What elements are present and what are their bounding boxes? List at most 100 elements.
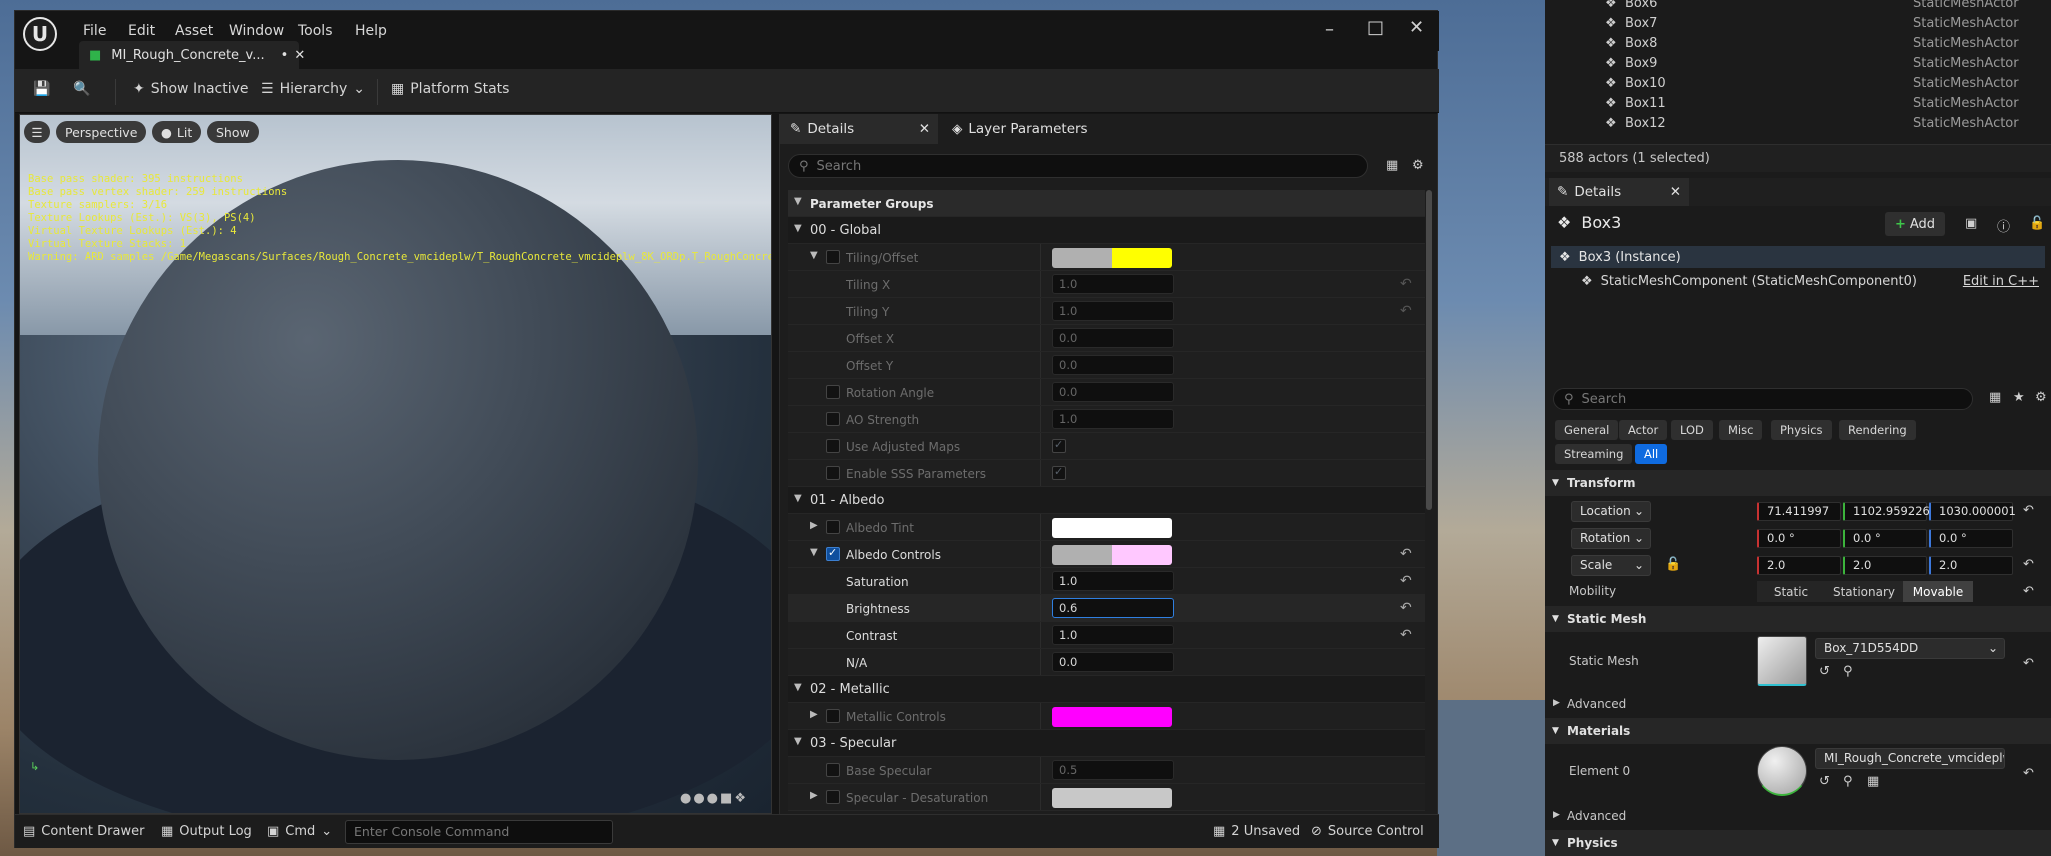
scale-y-input[interactable]: 2.0 (1843, 556, 1927, 575)
scale-x-input[interactable]: 2.0 (1757, 556, 1841, 575)
offset-x-input[interactable]: 0.0 (1052, 328, 1174, 348)
reset-icon[interactable]: ↶ (1400, 276, 1412, 292)
contrast-input[interactable]: 1.0 (1052, 625, 1174, 645)
group-01-albedo[interactable]: ▼ 01 - Albedo (788, 487, 1425, 514)
preview-viewport[interactable]: ☰ Perspective ● Lit Show Base pass shader… (19, 114, 772, 814)
outliner-row[interactable]: ❖ Box8 StaticMeshActor (1545, 36, 2051, 56)
maximize-icon[interactable]: □ (1367, 17, 1384, 38)
help-icon[interactable]: ⓘ (1997, 216, 2010, 235)
category-rendering[interactable]: Rendering (1839, 420, 1916, 440)
mobility-movable[interactable]: Movable (1903, 581, 1973, 602)
rotation-x-input[interactable]: 0.0 ° (1757, 529, 1841, 548)
brightness-input[interactable]: 0.6 (1052, 598, 1174, 618)
browse-icon[interactable]: ⚲ (1843, 774, 1853, 789)
offset-y-input[interactable]: 0.0 (1052, 355, 1174, 375)
albedo-controls-swatch[interactable] (1052, 545, 1172, 565)
perspective-button[interactable]: Perspective (56, 121, 147, 143)
param-checkbox[interactable] (826, 412, 840, 426)
reset-icon[interactable]: ↶ (2023, 766, 2034, 781)
component-row[interactable]: ❖ StaticMeshComponent (StaticMeshComponen… (1551, 270, 2045, 292)
platform-stats-button[interactable]: ▦ Platform Stats (391, 81, 509, 97)
unsaved-button[interactable]: ▦ 2 Unsaved (1213, 824, 1300, 839)
content-drawer-button[interactable]: ▤ Content Drawer (23, 824, 144, 839)
reset-icon[interactable]: ↶ (2023, 656, 2034, 671)
param-checkbox[interactable] (826, 709, 840, 723)
chevron-right-icon[interactable]: ▶ (810, 520, 818, 531)
physics-section[interactable]: ▼ Physics (1545, 830, 2051, 856)
chevron-down-icon[interactable]: ▼ (810, 547, 818, 558)
static-mesh-section[interactable]: ▼ Static Mesh (1545, 606, 2051, 632)
location-z-input[interactable]: 1030.000001 (1929, 502, 2016, 521)
lock-scale-icon[interactable]: 🔓 (1665, 557, 1681, 572)
lit-button[interactable]: ● Lit (152, 121, 202, 143)
minimize-icon[interactable]: – (1325, 19, 1334, 40)
chevron-right-icon[interactable]: ▶ (810, 790, 818, 801)
static-mesh-thumbnail[interactable] (1757, 636, 1807, 686)
category-actor[interactable]: Actor (1619, 420, 1668, 440)
menu-tools[interactable]: Tools (298, 23, 333, 39)
material-thumbnail[interactable] (1757, 746, 1807, 796)
param-checkbox[interactable] (826, 546, 840, 561)
category-lod[interactable]: LOD (1671, 420, 1713, 440)
close-window-icon[interactable]: ✕ (1409, 17, 1424, 38)
category-streaming[interactable]: Streaming (1555, 444, 1633, 464)
source-control-button[interactable]: ⊘ Source Control (1311, 824, 1424, 839)
tiling-x-input[interactable]: 1.0 (1052, 274, 1174, 294)
browse-icon[interactable]: ⚲ (1843, 664, 1853, 679)
gear-icon[interactable]: ⚙ (2035, 390, 2047, 405)
outliner-row[interactable]: ❖ Box7 StaticMeshActor (1545, 16, 2051, 36)
reset-icon[interactable]: ↶ (1400, 546, 1412, 562)
parameter-groups-header[interactable]: ▼ Parameter Groups (788, 190, 1425, 217)
reset-icon[interactable]: ↶ (2023, 584, 2034, 599)
console-input[interactable]: Enter Console Command (345, 820, 613, 844)
outliner-row[interactable]: ❖ Box11 StaticMeshActor (1545, 96, 2051, 116)
group-02-metallic[interactable]: ▼ 02 - Metallic (788, 676, 1425, 703)
menu-asset[interactable]: Asset (175, 23, 213, 39)
hierarchy-button[interactable]: ☰ Hierarchy ⌄ (261, 81, 365, 97)
outliner-row[interactable]: ❖ Box12 StaticMeshActor (1545, 116, 2051, 134)
enable-sss-checkbox[interactable] (1052, 465, 1066, 480)
category-physics[interactable]: Physics (1771, 420, 1832, 440)
blueprint-icon[interactable]: ▣ (1965, 216, 1977, 231)
reset-icon[interactable]: ↶ (2023, 503, 2034, 518)
static-mesh-dropdown[interactable]: Box_71D554DD ⌄ (1815, 638, 2005, 659)
outliner-row[interactable]: ❖ Box10 StaticMeshActor (1545, 76, 2051, 96)
advanced-expander[interactable]: ▶ Advanced (1545, 806, 2051, 826)
scale-z-input[interactable]: 2.0 (1929, 556, 2013, 575)
rotation-z-input[interactable]: 0.0 ° (1929, 529, 2013, 548)
edit-in-cpp-link[interactable]: Edit in C++ (1963, 274, 2039, 289)
actor-details-search-input[interactable]: ⚲ Search (1553, 388, 1973, 410)
output-log-button[interactable]: ▦ Output Log (161, 824, 252, 839)
details-search-input[interactable]: ⚲ Search (788, 154, 1368, 178)
scale-dropdown[interactable]: Scale ⌄ (1571, 555, 1651, 576)
gear-icon[interactable]: ⚙ (1412, 158, 1424, 173)
show-inactive-button[interactable]: ✦ Show Inactive (133, 81, 249, 97)
tab-actor-details[interactable]: ✎ Details ✕ (1549, 178, 1689, 206)
use-selected-icon[interactable]: ↺ (1819, 774, 1830, 789)
reset-icon[interactable]: ↶ (1400, 627, 1412, 643)
chevron-right-icon[interactable]: ▶ (810, 709, 818, 720)
base-specular-input[interactable]: 0.5 (1052, 760, 1174, 780)
material-dropdown[interactable]: MI_Rough_Concrete_vmcideplw_8K (1815, 748, 2005, 769)
location-y-input[interactable]: 1102.959226 (1843, 502, 1930, 521)
close-tab-icon[interactable]: ✕ (1670, 184, 1681, 200)
rotation-dropdown[interactable]: Rotation ⌄ (1571, 528, 1651, 549)
category-misc[interactable]: Misc (1719, 420, 1763, 440)
details-scrollbar[interactable] (1426, 190, 1432, 510)
reset-icon[interactable]: ↶ (2023, 557, 2034, 572)
menu-window[interactable]: Window (229, 23, 284, 39)
param-checkbox[interactable] (826, 385, 840, 399)
chevron-down-icon[interactable]: ▼ (810, 250, 818, 261)
saturation-input[interactable]: 1.0 (1052, 571, 1174, 591)
location-dropdown[interactable]: Location ⌄ (1571, 501, 1651, 522)
albedo-tint-swatch[interactable] (1052, 518, 1172, 538)
metallic-swatch[interactable] (1052, 707, 1172, 727)
location-x-input[interactable]: 71.411997 (1757, 502, 1841, 521)
menu-file[interactable]: File (83, 23, 106, 39)
material-options-icon[interactable]: ▦ (1867, 774, 1879, 789)
param-checkbox[interactable] (826, 763, 840, 777)
menu-help[interactable]: Help (355, 23, 387, 39)
mobility-static[interactable]: Static (1757, 581, 1825, 602)
rotation-angle-input[interactable]: 0.0 (1052, 382, 1174, 402)
rotation-y-input[interactable]: 0.0 ° (1843, 529, 1927, 548)
